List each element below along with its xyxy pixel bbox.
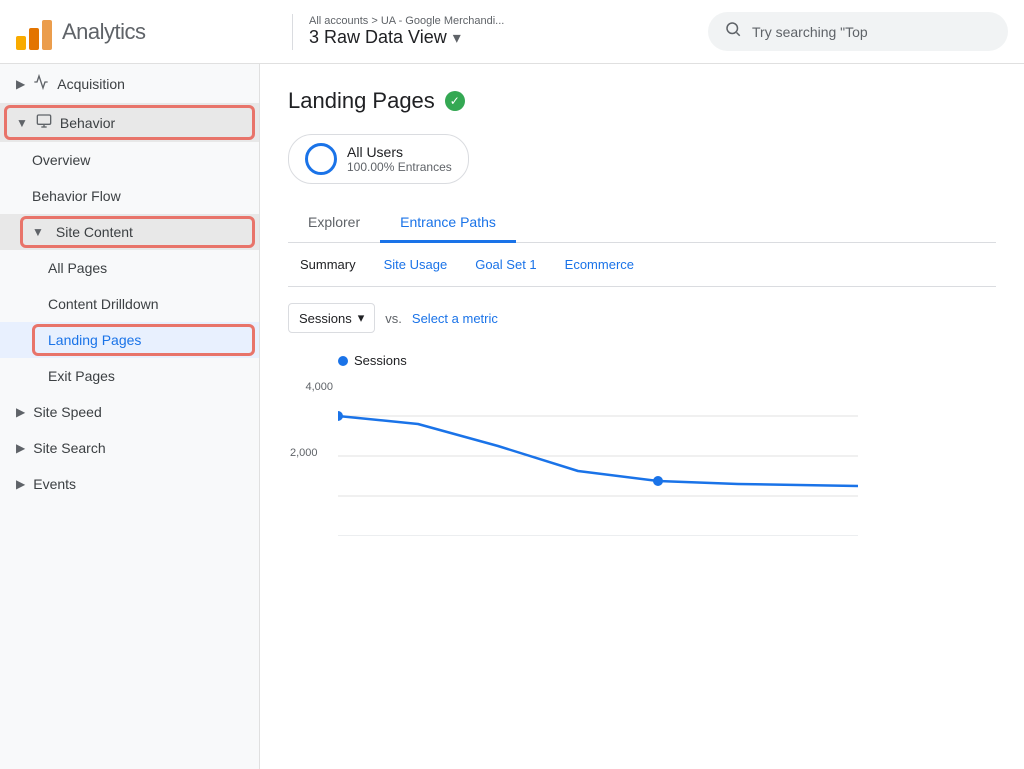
analytics-logo [16, 14, 52, 50]
y-axis: 4,000 [288, 381, 333, 393]
behavior-section: ▼ Behavior [0, 103, 259, 142]
sidebar-item-exit-pages[interactable]: Exit Pages [0, 358, 259, 394]
behavior-icon [36, 113, 52, 132]
search-placeholder: Try searching "Top [752, 24, 868, 40]
events-chevron: ▶ [16, 477, 25, 491]
sidebar-item-behavior-flow[interactable]: Behavior Flow [0, 178, 259, 214]
view-selector[interactable]: 3 Raw Data View ▾ [309, 27, 504, 48]
sidebar-item-landing-pages[interactable]: Landing Pages [0, 322, 259, 358]
sidebar-item-acquisition[interactable]: ▶ Acquisition [0, 64, 259, 103]
segment-pill[interactable]: All Users 100.00% Entrances [288, 134, 469, 184]
sidebar-item-overview[interactable]: Overview [0, 142, 259, 178]
account-info: All accounts > UA - Google Merchandi... … [309, 15, 504, 48]
metric-dropdown[interactable]: Sessions ▾ [288, 303, 375, 333]
header-divider [292, 14, 293, 50]
chart-legend: Sessions [338, 353, 996, 368]
logo-area: Analytics [16, 14, 276, 50]
site-speed-chevron: ▶ [16, 405, 25, 419]
acquisition-chevron: ▶ [16, 77, 25, 91]
segment-name: All Users [347, 144, 452, 160]
sub-tabs: Summary Site Usage Goal Set 1 Ecommerce [288, 243, 996, 287]
sub-tab-ecommerce[interactable]: Ecommerce [553, 251, 646, 278]
page-title-row: Landing Pages ✓ [288, 88, 996, 114]
segment-info: All Users 100.00% Entrances [347, 144, 452, 174]
sidebar-item-site-content[interactable]: ▼ Site Content [0, 214, 259, 250]
logo-bar-1 [16, 36, 26, 50]
landing-pages-section: Landing Pages [0, 322, 259, 358]
sub-tab-site-usage[interactable]: Site Usage [372, 251, 460, 278]
sidebar-item-behavior[interactable]: ▼ Behavior [0, 103, 259, 142]
y-label-4000: 4,000 [305, 381, 333, 393]
legend-dot [338, 356, 348, 366]
behavior-chevron: ▼ [16, 116, 28, 130]
acquisition-icon [33, 74, 49, 93]
metric-row: Sessions ▾ vs. Select a metric [288, 303, 996, 333]
sidebar: ▶ Acquisition ▼ Behavior [0, 64, 260, 769]
logo-bar-3 [42, 20, 52, 50]
segment-row: All Users 100.00% Entrances [288, 134, 996, 184]
sidebar-item-events[interactable]: ▶ Events [0, 466, 259, 502]
chart-svg: 2,000 [338, 376, 858, 536]
chart-container: Sessions 4,000 2,000 [288, 353, 996, 536]
site-search-chevron: ▶ [16, 441, 25, 455]
segment-sub: 100.00% Entrances [347, 160, 452, 174]
tab-entrance-paths[interactable]: Entrance Paths [380, 204, 516, 243]
sub-tab-summary[interactable]: Summary [288, 251, 368, 278]
top-header: Analytics All accounts > UA - Google Mer… [0, 0, 1024, 64]
sidebar-item-site-search[interactable]: ▶ Site Search [0, 430, 259, 466]
search-area[interactable]: Try searching "Top [708, 12, 1008, 51]
site-content-chevron: ▼ [32, 225, 44, 239]
view-dropdown-arrow: ▾ [453, 28, 461, 48]
analytics-title: Analytics [62, 19, 146, 45]
sidebar-item-content-drilldown[interactable]: Content Drilldown [0, 286, 259, 322]
vs-label: vs. [385, 311, 402, 326]
sidebar-item-site-speed[interactable]: ▶ Site Speed [0, 394, 259, 430]
verified-badge: ✓ [445, 91, 465, 111]
tab-explorer[interactable]: Explorer [288, 204, 380, 243]
logo-bar-2 [29, 28, 39, 50]
main-layout: ▶ Acquisition ▼ Behavior [0, 64, 1024, 769]
site-content-section: ▼ Site Content [0, 214, 259, 250]
chart-y-label-2000: 2,000 [290, 447, 318, 459]
main-tabs: Explorer Entrance Paths [288, 204, 996, 243]
page-title: Landing Pages [288, 88, 435, 114]
segment-circle [305, 143, 337, 175]
sub-tab-goal-set[interactable]: Goal Set 1 [463, 251, 548, 278]
breadcrumb: All accounts > UA - Google Merchandi... [309, 15, 504, 27]
select-metric-link[interactable]: Select a metric [412, 311, 498, 326]
content-area: Landing Pages ✓ All Users 100.00% Entran… [260, 64, 1024, 769]
search-icon [724, 20, 742, 43]
sidebar-item-all-pages[interactable]: All Pages [0, 250, 259, 286]
metric-dropdown-arrow: ▾ [358, 310, 365, 326]
